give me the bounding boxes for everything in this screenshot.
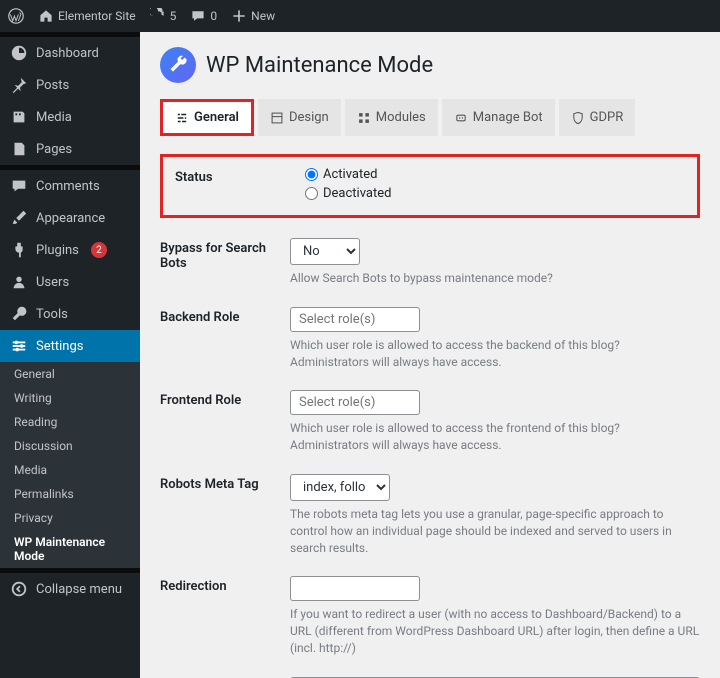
brush-icon <box>10 209 28 227</box>
backend-role-label: Backend Role <box>160 307 270 325</box>
page-title: WP Maintenance Mode <box>206 53 433 78</box>
comments-link[interactable]: 0 <box>190 8 217 24</box>
collapse-icon <box>10 580 28 598</box>
status-highlight: Status Activated Deactivated <box>160 154 700 218</box>
pin-icon <box>10 76 28 94</box>
status-activated-option[interactable]: Activated <box>305 167 685 182</box>
refresh-icon <box>150 8 166 24</box>
status-label: Status <box>175 167 285 185</box>
frontend-role-desc: Which user role is allowed to access the… <box>290 420 700 454</box>
settings-icon <box>10 337 28 355</box>
sidebar-sub-reading[interactable]: Reading <box>0 410 140 434</box>
status-deactivated-option[interactable]: Deactivated <box>305 186 685 201</box>
robots-label: Robots Meta Tag <box>160 474 270 492</box>
plug-icon <box>10 241 28 259</box>
redirect-label: Redirection <box>160 576 270 594</box>
sidebar-item-comments[interactable]: Comments <box>0 170 140 202</box>
sidebar-sub-wp-maintenance-mode[interactable]: WP Maintenance Mode <box>0 530 140 568</box>
media-icon <box>10 108 28 126</box>
admin-toolbar: Elementor Site 5 0 New <box>0 0 720 32</box>
frontend-role-input[interactable] <box>290 390 420 415</box>
sidebar-item-tools[interactable]: Tools <box>0 298 140 330</box>
home-icon <box>38 8 54 24</box>
settings-tabs: General Design Modules Manage Bot GDPR <box>160 99 700 136</box>
sidebar-sub-writing[interactable]: Writing <box>0 386 140 410</box>
updates-link[interactable]: 5 <box>150 8 177 24</box>
sidebar-item-pages[interactable]: Pages <box>0 133 140 165</box>
tab-design[interactable]: Design <box>258 99 341 136</box>
user-icon <box>10 273 28 291</box>
backend-role-input[interactable] <box>290 307 420 332</box>
tool-icon <box>10 305 28 323</box>
design-icon <box>270 111 284 125</box>
shield-icon <box>571 111 585 125</box>
bypass-select[interactable]: No <box>290 238 360 265</box>
badge: 2 <box>91 242 107 258</box>
sidebar-item-appearance[interactable]: Appearance <box>0 202 140 234</box>
status-activated-radio[interactable] <box>305 168 318 181</box>
wp-logo[interactable] <box>8 8 24 24</box>
sidebar-item-dashboard[interactable]: Dashboard <box>0 37 140 69</box>
comment-icon <box>10 177 28 195</box>
tab-manage-bot[interactable]: Manage Bot <box>442 99 555 136</box>
plus-icon <box>231 8 247 24</box>
new-link[interactable]: New <box>231 8 275 24</box>
wrench-icon <box>168 55 188 75</box>
sidebar-item-plugins[interactable]: Plugins2 <box>0 234 140 266</box>
bypass-desc: Allow Search Bots to bypass maintenance … <box>290 270 700 287</box>
backend-role-desc: Which user role is allowed to access the… <box>290 337 700 371</box>
sidebar-item-posts[interactable]: Posts <box>0 69 140 101</box>
tab-general[interactable]: General <box>163 102 251 133</box>
tab-gdpr[interactable]: GDPR <box>559 99 636 136</box>
sidebar-sub-privacy[interactable]: Privacy <box>0 506 140 530</box>
plugin-logo <box>160 47 196 83</box>
tab-modules[interactable]: Modules <box>345 99 438 136</box>
sidebar-item-media[interactable]: Media <box>0 101 140 133</box>
redirect-input[interactable] <box>290 576 420 601</box>
comment-icon <box>190 8 206 24</box>
redirect-desc: If you want to redirect a user (with no … <box>290 606 700 656</box>
collapse-menu[interactable]: Collapse menu <box>0 573 140 605</box>
sidebar-sub-media[interactable]: Media <box>0 458 140 482</box>
status-deactivated-radio[interactable] <box>305 187 318 200</box>
sidebar-sub-general[interactable]: General <box>0 362 140 386</box>
modules-icon <box>357 111 371 125</box>
sidebar-sub-discussion[interactable]: Discussion <box>0 434 140 458</box>
site-link[interactable]: Elementor Site <box>38 8 136 24</box>
page-icon <box>10 140 28 158</box>
bot-icon <box>454 111 468 125</box>
admin-sidebar: DashboardPostsMediaPagesCommentsAppearan… <box>0 32 140 678</box>
sidebar-item-users[interactable]: Users <box>0 266 140 298</box>
frontend-role-label: Frontend Role <box>160 390 270 408</box>
bypass-label: Bypass for Search Bots <box>160 238 270 271</box>
robots-desc: The robots meta tag lets you use a granu… <box>290 506 700 556</box>
sidebar-sub-permalinks[interactable]: Permalinks <box>0 482 140 506</box>
sliders-icon <box>175 111 189 125</box>
wp-icon <box>8 8 24 24</box>
robots-select[interactable]: index, follow <box>290 474 390 501</box>
sidebar-item-settings[interactable]: Settings <box>0 330 140 362</box>
dash-icon <box>10 44 28 62</box>
content-area: WP Maintenance Mode General Design Modul… <box>140 32 720 678</box>
